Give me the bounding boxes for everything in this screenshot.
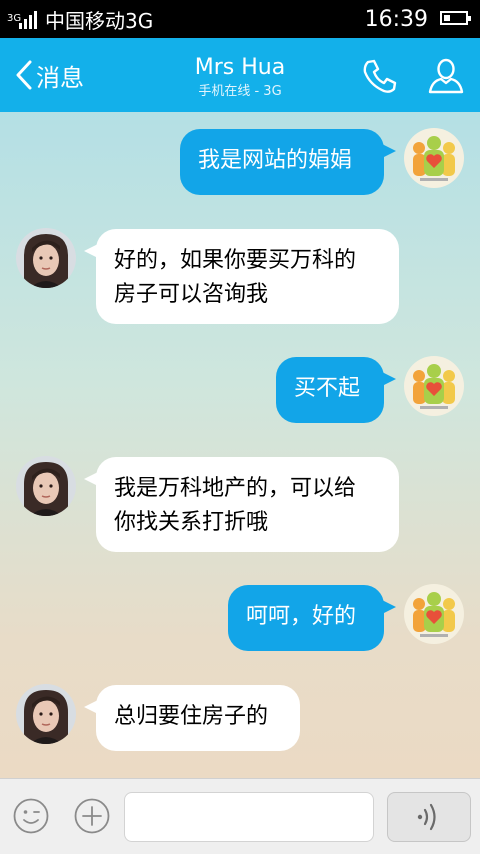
- clock: 16:39: [364, 6, 428, 32]
- emoji-icon: [13, 798, 49, 834]
- message-bubble[interactable]: 我是网站的娟娟: [180, 129, 396, 195]
- contact-avatar[interactable]: [16, 456, 76, 516]
- message-bubble[interactable]: 总归要住房子的: [84, 685, 300, 751]
- profile-button[interactable]: [426, 56, 466, 96]
- message-input[interactable]: [124, 792, 374, 842]
- chat-header: 消息 Mrs Hua 手机在线 - 3G: [0, 38, 480, 112]
- my-avatar[interactable]: [404, 356, 464, 416]
- contact-status: 手机在线 - 3G: [198, 84, 282, 99]
- my-avatar[interactable]: [404, 128, 464, 188]
- message-bubble[interactable]: 好的，如果你要买万科的 房子可以咨询我: [84, 229, 399, 324]
- voice-wave-icon: [417, 803, 436, 831]
- contact-name: Mrs Hua: [194, 55, 286, 80]
- battery-icon: [440, 11, 471, 25]
- phone-icon: [363, 59, 397, 93]
- message-bubble[interactable]: 我是万科地产的，可以给 你找关系打折哦: [84, 457, 399, 552]
- status-bar: 3G 中国移动3G 16:39: [0, 0, 480, 38]
- my-avatar[interactable]: [404, 584, 464, 644]
- voice-button[interactable]: [387, 792, 471, 842]
- plus-button[interactable]: [73, 797, 111, 835]
- network-type-badge: 3G: [7, 13, 22, 24]
- carrier-name: 中国移动3G: [45, 8, 154, 33]
- input-bar: [0, 778, 480, 854]
- emoji-button[interactable]: [12, 797, 50, 835]
- contact-avatar[interactable]: [16, 684, 76, 744]
- contact-avatar[interactable]: [16, 228, 76, 288]
- battery-level: [444, 15, 450, 21]
- call-button[interactable]: [360, 56, 400, 96]
- plus-icon: [74, 798, 110, 834]
- person-icon: [428, 58, 464, 94]
- message-bubble[interactable]: 买不起: [276, 357, 396, 423]
- signal-strength-icon: [19, 9, 37, 29]
- chat-screen: 3G 中国移动3G 16:39 消息 Mrs Hua 手机在线 - 3G 我是网…: [0, 0, 480, 854]
- message-bubble[interactable]: 呵呵，好的: [228, 585, 396, 651]
